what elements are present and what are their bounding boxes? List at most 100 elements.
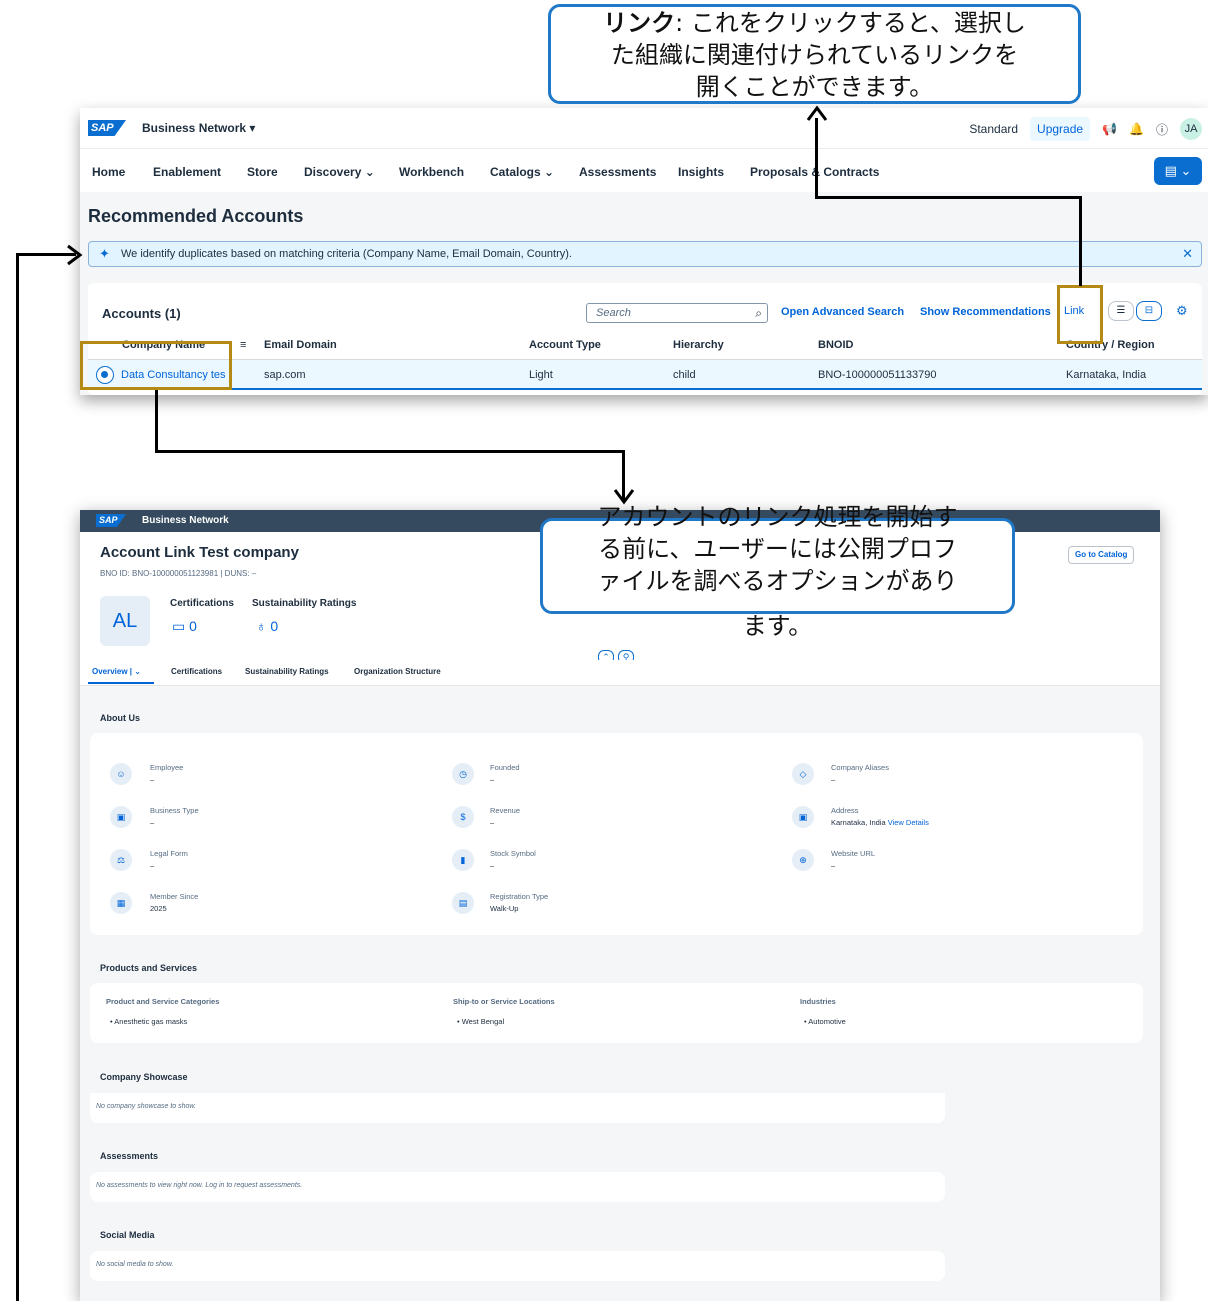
column-hierarchy[interactable]: Hierarchy [673, 339, 724, 351]
employee-icon: ☺ [110, 763, 132, 785]
account-type-cell: Light [529, 369, 553, 381]
create-document-button[interactable]: ▤ ⌄ [1154, 157, 1202, 185]
registration-icon: ▤ [452, 892, 474, 914]
assessments-empty-note: No assessments to view right now. Log in… [96, 1182, 303, 1189]
view-details-link[interactable]: View Details [888, 818, 929, 827]
company-aliases-value: – [831, 775, 836, 784]
product-switcher[interactable]: Business Network ▾ [142, 121, 255, 135]
employee-value: – [150, 775, 155, 784]
address-icon: ▣ [792, 806, 814, 828]
company-avatar: AL [100, 596, 150, 646]
tab-organization-structure[interactable]: Organization Structure [354, 667, 441, 676]
column-bnoid[interactable]: BNOID [818, 339, 853, 351]
revenue-icon: $ [452, 806, 474, 828]
tab-sustainability-ratings[interactable]: Sustainability Ratings [245, 667, 329, 676]
sustainability-label: Sustainability Ratings [252, 598, 357, 609]
social-media-card: No social media to show. [90, 1251, 945, 1281]
address-text: Karnataka, India [831, 818, 886, 827]
certifications-value[interactable]: ▭ 0 [172, 618, 197, 635]
legal-form-icon: ⚖ [110, 849, 132, 871]
product-name: Business Network [142, 515, 229, 526]
table-row[interactable]: Data Consultancy tes sap.com Light child… [88, 360, 1202, 390]
legal-form-label: Legal Form [150, 849, 188, 858]
ship-to-label: Ship-to or Service Locations [453, 997, 555, 1006]
certifications-label: Certifications [170, 598, 234, 609]
nav-assessments[interactable]: Assessments [579, 165, 656, 179]
stock-chart-icon: ▮ [452, 849, 474, 871]
shell-bar: SAP Business Network ▾ Standard Upgrade … [80, 108, 1208, 148]
nav-workbench[interactable]: Workbench [399, 165, 464, 179]
product-categories-label: Product and Service Categories [106, 997, 220, 1006]
megaphone-icon[interactable]: 📢 [1102, 122, 1117, 136]
page-title: Recommended Accounts [88, 206, 304, 226]
tab-underline [88, 682, 154, 684]
revenue-value: – [490, 818, 495, 827]
nav-store[interactable]: Store [247, 165, 278, 179]
founded-label: Founded [490, 763, 520, 772]
company-name: Account Link Test company [100, 544, 299, 561]
registration-type-label: Registration Type [490, 892, 549, 901]
column-sort-icon[interactable]: ≡ [240, 339, 246, 351]
connector-line [1079, 196, 1082, 286]
search-placeholder: Search [596, 307, 631, 319]
list-item: • Anesthetic gas masks [110, 1017, 188, 1026]
sustainability-value[interactable]: ♁ 0 [256, 618, 278, 634]
nav-catalogs[interactable]: Catalogs ⌄ [490, 165, 554, 179]
column-account-type[interactable]: Account Type [529, 339, 601, 351]
sparkle-icon: ✦ [99, 246, 110, 261]
founded-icon: ◷ [452, 763, 474, 785]
gear-icon[interactable]: ⚙ [1176, 303, 1188, 319]
product-category: Anesthetic gas masks [114, 1017, 188, 1026]
search-icon[interactable]: ⌕ [755, 304, 762, 322]
certificate-icon: ▭ [172, 618, 190, 634]
connector-line [155, 450, 625, 453]
nav-home[interactable]: Home [92, 165, 125, 179]
sap-logo: SAP [88, 120, 126, 136]
revenue-label: Revenue [490, 806, 521, 815]
show-recommendations-link[interactable]: Show Recommendations [920, 306, 1051, 318]
company-aliases-label: Company Aliases [831, 763, 889, 772]
about-us-title: About Us [100, 713, 140, 723]
link-button-highlight [1057, 285, 1103, 344]
website-url-value: – [831, 861, 836, 870]
search-input[interactable]: Search ⌕ [586, 303, 768, 323]
industries-label: Industries [800, 997, 836, 1006]
link-callout-bold: リンク [603, 9, 676, 37]
company-showcase-card: No company showcase to show. [90, 1093, 945, 1123]
member-since-value: 2025 [150, 904, 167, 913]
profile-callout-line2: る前に、ユーザーには公開プロフ [598, 535, 957, 563]
upgrade-button[interactable]: Upgrade [1030, 117, 1091, 141]
help-icon[interactable]: ⓘ [1156, 121, 1168, 138]
arrow-right-icon [67, 244, 83, 266]
legal-form-value: – [150, 861, 155, 870]
link-callout-line1-rest: : これをクリックすると、選択し [675, 9, 1026, 37]
sort-icon[interactable]: ☰ [1108, 301, 1134, 321]
connector-line [815, 118, 818, 198]
bell-icon[interactable]: 🔔 [1129, 122, 1144, 136]
go-to-catalog-button[interactable]: Go to Catalog [1068, 546, 1135, 564]
bnoid-cell: BNO-100000051133790 [818, 369, 937, 381]
founded-value: – [490, 775, 495, 784]
address-value: Karnataka, India View Details [831, 818, 929, 827]
nav-enablement[interactable]: Enablement [153, 165, 221, 179]
business-type-icon: ▣ [110, 806, 132, 828]
connector-line [155, 390, 158, 452]
country-cell: Karnataka, India [1066, 369, 1147, 381]
tab-overview[interactable]: Overview | ⌄ [92, 667, 141, 676]
products-services-card: Product and Service Categories • Anesthe… [90, 983, 1143, 1043]
tab-certifications[interactable]: Certifications [171, 667, 222, 676]
nav-insights[interactable]: Insights [678, 165, 724, 179]
sustainability-count: 0 [270, 618, 279, 634]
open-advanced-search-link[interactable]: Open Advanced Search [781, 306, 904, 318]
column-email-domain[interactable]: Email Domain [264, 339, 337, 351]
table-title: Accounts (1) [102, 306, 181, 321]
link-callout: リンク: これをクリックすると、選択し た組織に関連付けられているリンクを 開く… [548, 4, 1081, 104]
member-since-label: Member Since [150, 892, 199, 901]
calendar-icon: ▦ [110, 892, 132, 914]
nav-discovery[interactable]: Discovery ⌄ [304, 165, 375, 179]
group-icon[interactable]: ⊟ [1136, 301, 1162, 321]
company-ids: BNO ID: BNO-100000051123981 | DUNS: – [100, 569, 257, 578]
company-showcase-title: Company Showcase [100, 1072, 188, 1082]
close-icon[interactable]: ✕ [1182, 242, 1193, 266]
user-avatar[interactable]: JA [1180, 118, 1202, 140]
